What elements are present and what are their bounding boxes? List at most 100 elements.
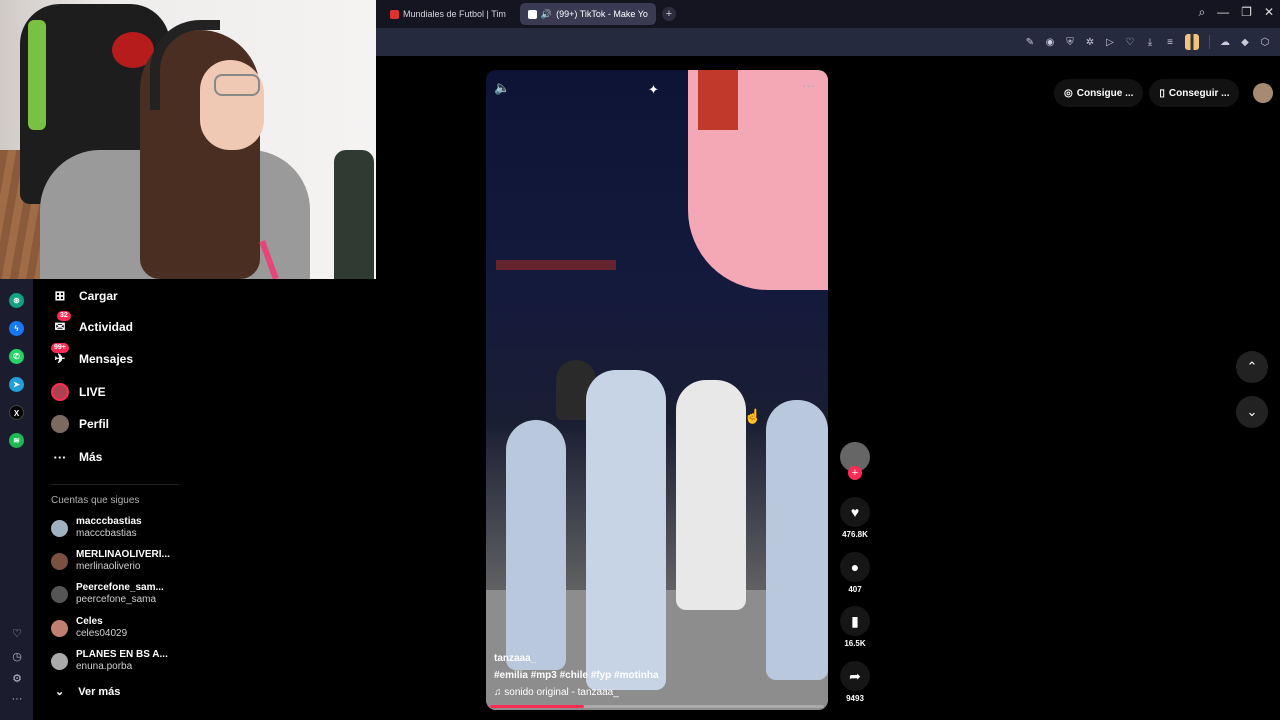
account-handle: peercefone_sama <box>76 594 157 605</box>
comment-icon[interactable]: ● <box>840 552 870 582</box>
video-sound[interactable]: ♫ sonido original - tanzaaa_ <box>494 684 659 701</box>
tab-mundiales[interactable]: Mundiales de Futbol | Tim <box>382 3 514 25</box>
account-avatar <box>51 519 68 537</box>
edit-icon[interactable]: ✎ <box>1025 37 1035 48</box>
get-coins-button[interactable]: ◎ Consigue ... <box>1054 79 1144 107</box>
close-icon[interactable]: ✕ <box>1264 5 1274 20</box>
cloud-icon[interactable]: ☁ <box>1220 37 1230 48</box>
video-username[interactable]: tanzaaa_ <box>494 650 659 667</box>
like-count: 476.8K <box>842 530 868 539</box>
cube-icon[interactable]: ⬡ <box>1260 37 1270 48</box>
play-icon[interactable]: ▷ <box>1105 37 1115 48</box>
chair-stripe <box>28 20 46 130</box>
account-handle: macccbastias <box>76 528 137 539</box>
extension-icon[interactable]: ✲ <box>1085 37 1095 48</box>
following-account[interactable]: PLANES EN BS A... enuna.porba <box>51 647 168 675</box>
previous-video-button[interactable]: ⌃ <box>1236 351 1268 383</box>
heart-icon[interactable]: ♡ <box>10 627 24 640</box>
sidebar-item-label: Más <box>79 450 103 464</box>
account-name: PLANES EN BS A... <box>76 649 168 660</box>
app-strip: ⊛ ϟ ✆ ➤ X ≋ ♡ ◷ ⚙ ··· <box>0 279 33 720</box>
diamond-icon[interactable]: ◆ <box>1240 37 1250 48</box>
video-player[interactable]: 🔈 ✦ ··· tanzaaa_ #emilia #mp3 #chile #fy… <box>486 70 828 710</box>
profile-avatar-icon[interactable] <box>1185 34 1199 50</box>
volume-icon[interactable]: 🔈 <box>494 80 510 96</box>
phone-icon: ▯ <box>1159 87 1165 99</box>
settings-icon[interactable]: ⚙ <box>10 672 24 685</box>
share-icon[interactable]: ➦ <box>840 661 870 691</box>
sidebar-item-profile[interactable]: Perfil <box>51 412 109 436</box>
messenger-icon[interactable]: ϟ <box>9 321 24 336</box>
see-more-button[interactable]: ⌄ Ver más <box>55 685 121 699</box>
message-icon: ✈ 99+ <box>51 343 69 368</box>
account-handle: enuna.porba <box>76 661 133 672</box>
minimize-icon[interactable]: — <box>1217 5 1229 20</box>
messages-badge: 99+ <box>51 343 69 353</box>
browser-tab-bar: Mundiales de Futbol | Tim 🔊 (99+) TikTok… <box>376 0 1280 28</box>
heart-icon[interactable]: ♡ <box>1125 37 1135 48</box>
video-figure <box>766 400 828 680</box>
tab-tiktok[interactable]: 🔊 (99+) TikTok - Make Yo <box>519 3 656 25</box>
restore-icon[interactable]: ❐ <box>1241 5 1252 20</box>
glasses <box>214 74 260 96</box>
tab-label: (99+) TikTok - Make Yo <box>556 9 648 19</box>
inbox-glyph: ✉ <box>54 319 66 334</box>
get-app-button[interactable]: ▯ Conseguir ... <box>1149 79 1240 107</box>
bookmark-icon[interactable]: ▮ <box>840 606 870 636</box>
following-account[interactable]: macccbastias macccbastias <box>51 514 142 542</box>
share-count: 9493 <box>846 694 864 703</box>
following-account[interactable]: Celes celes04029 <box>51 614 127 642</box>
video-more-icon[interactable]: ··· <box>802 78 815 93</box>
following-account[interactable]: Peercefone_sam... peercefone_sama <box>51 580 164 608</box>
sidebar-item-upload[interactable]: ⊞ Cargar <box>51 284 118 308</box>
sidebar-item-more[interactable]: ··· Más <box>51 445 103 469</box>
new-tab-button[interactable]: + <box>661 7 676 21</box>
share-action[interactable]: ➦ 9493 <box>839 661 871 703</box>
sparkle-icon[interactable]: ✦ <box>648 82 659 98</box>
tiktok-favicon-icon <box>527 9 537 19</box>
download-icon[interactable]: ⤓ <box>1145 37 1155 48</box>
search-icon[interactable]: ⌕ <box>1198 5 1205 20</box>
live-icon <box>51 383 69 401</box>
main-feed: 🔈 ✦ ··· tanzaaa_ #emilia #mp3 #chile #fy… <box>376 56 1280 720</box>
speaker-icon: 🔊 <box>540 8 553 19</box>
sidebar-item-activity[interactable]: ✉ 32 Actividad <box>51 311 133 339</box>
sidebar-item-label: Perfil <box>79 417 110 431</box>
menu-icon[interactable]: ≡ <box>1165 37 1175 48</box>
heart-icon[interactable]: ♥ <box>840 497 870 527</box>
follow-plus-icon[interactable]: + <box>848 466 862 480</box>
video-hashtags[interactable]: #emilia #mp3 #chile #fyp #motinha <box>494 667 659 684</box>
following-account[interactable]: MERLINAOLIVERI... merlinaoliverio <box>51 547 170 575</box>
next-video-button[interactable]: ⌄ <box>1236 396 1268 428</box>
whatsapp-icon[interactable]: ✆ <box>9 349 24 364</box>
shield-icon[interactable]: ⛨ <box>1065 37 1075 48</box>
sidebar-item-live[interactable]: LIVE <box>51 380 106 404</box>
more-icon[interactable]: ··· <box>10 693 24 705</box>
activity-badge: 32 <box>57 311 71 321</box>
sidebar-divider <box>51 484 179 485</box>
account-avatar <box>51 585 68 603</box>
x-icon[interactable]: X <box>9 405 24 420</box>
profile-avatar <box>51 415 69 433</box>
user-avatar[interactable] <box>1253 83 1274 103</box>
account-name: MERLINAOLIVERI... <box>76 549 170 560</box>
video-caption: tanzaaa_ #emilia #mp3 #chile #fyp #motin… <box>494 650 659 701</box>
see-more-label: Ver más <box>78 685 121 698</box>
comment-action[interactable]: ● 407 <box>839 552 871 594</box>
coin-icon: ◎ <box>1064 87 1073 99</box>
inbox-icon: ✉ 32 <box>51 311 71 336</box>
spotify-icon[interactable]: ≋ <box>9 433 24 448</box>
like-action[interactable]: ♥ 476.8K <box>839 497 871 539</box>
mundiales-favicon-icon <box>390 9 399 19</box>
clock-icon[interactable]: ◷ <box>10 650 24 663</box>
chatgpt-icon[interactable]: ⊛ <box>9 293 24 308</box>
creator-avatar[interactable]: + <box>839 442 871 480</box>
camera-icon[interactable]: ◉ <box>1045 37 1055 48</box>
save-count: 16.5K <box>844 639 866 648</box>
video-progress-bar[interactable] <box>490 705 824 708</box>
video-red-light <box>698 70 738 130</box>
telegram-icon[interactable]: ➤ <box>9 377 24 392</box>
video-figure <box>586 370 666 690</box>
save-action[interactable]: ▮ 16.5K <box>839 606 871 648</box>
sidebar-item-messages[interactable]: ✈ 99+ Mensajes <box>51 343 133 371</box>
